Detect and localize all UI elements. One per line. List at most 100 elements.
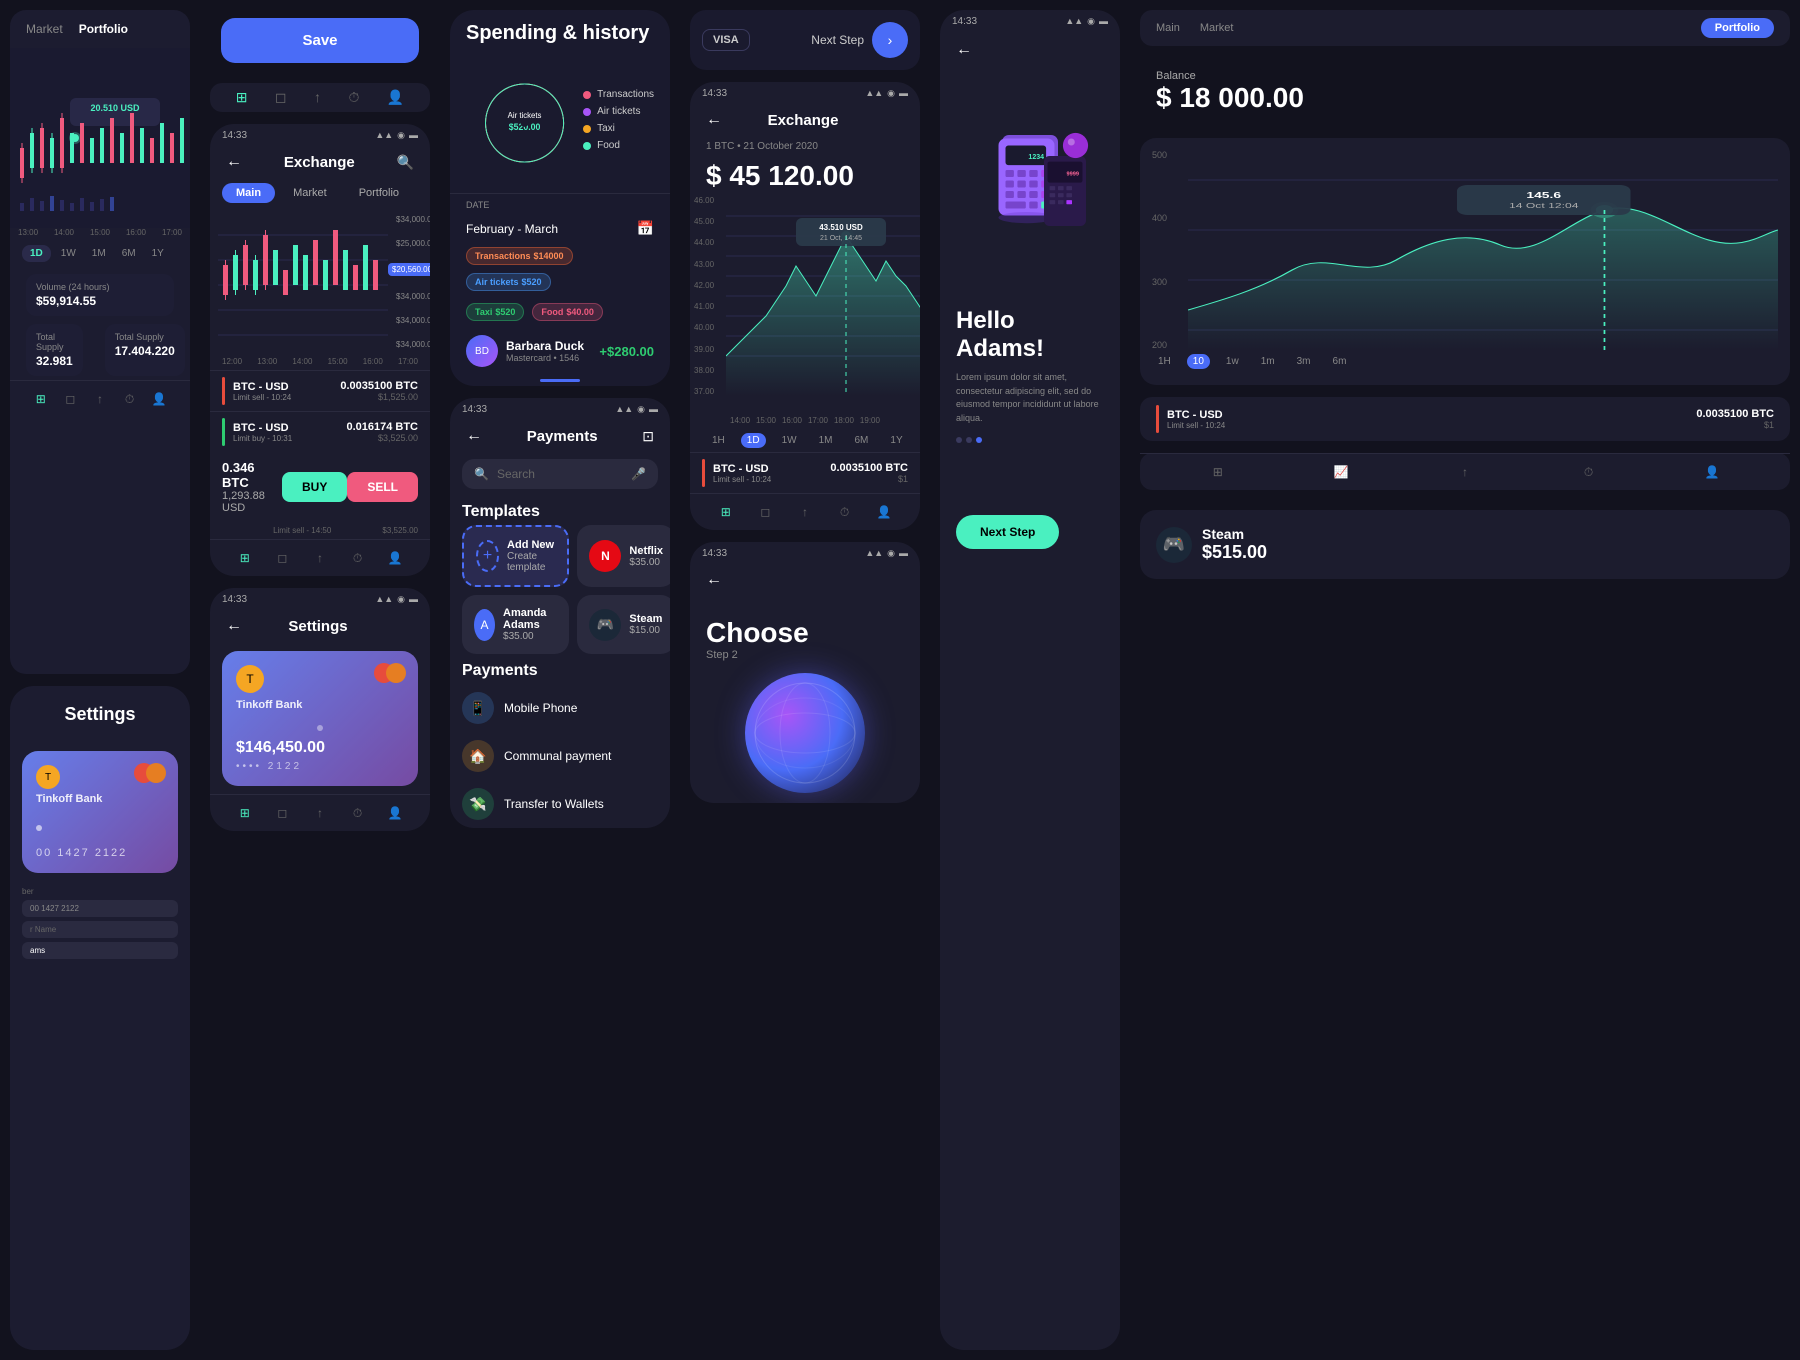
exchange-big-card: 14:33 ▲▲ ◉ ▬ ← Exchange 1 BTC • 21 Octob… bbox=[690, 82, 920, 530]
nav-chart-big[interactable]: ◻ bbox=[755, 502, 775, 522]
nav-profile-exchange[interactable]: 👤 bbox=[385, 548, 405, 568]
nav-transfer-big[interactable]: ↑ bbox=[795, 502, 815, 522]
card-name-field[interactable]: r Name bbox=[22, 921, 178, 938]
search-bar[interactable]: 🔍 Search 🎤 bbox=[462, 459, 658, 489]
back-arrow-big[interactable]: ← bbox=[706, 111, 722, 129]
nav-home-portfolio[interactable]: ⊞ bbox=[1208, 462, 1228, 482]
svg-text:21 Oct, 14:45: 21 Oct, 14:45 bbox=[820, 235, 862, 242]
time-1m[interactable]: 1M bbox=[813, 433, 839, 448]
legend-transactions: Transactions bbox=[583, 89, 654, 100]
nav-profile-portfolio[interactable]: 👤 bbox=[1702, 462, 1722, 482]
nav-icon-chart[interactable]: ◻ bbox=[60, 389, 80, 409]
time-1d[interactable]: 1D bbox=[741, 433, 766, 448]
signal-s: ▲▲ bbox=[375, 594, 393, 605]
nav-profile-settings[interactable]: 👤 bbox=[385, 803, 405, 823]
template-add-new[interactable]: + Add New Create template bbox=[462, 525, 569, 587]
tab-1d[interactable]: 1D bbox=[22, 245, 51, 262]
tab-portfolio-exchange[interactable]: Portfolio bbox=[345, 183, 413, 203]
nav-home-big[interactable]: ⊞ bbox=[716, 502, 736, 522]
template-netflix[interactable]: N Netflix $35.00 bbox=[577, 525, 670, 587]
quick-nav-up[interactable]: ↑ bbox=[314, 89, 321, 106]
calendar-icon[interactable]: 📅 bbox=[637, 220, 654, 237]
time-1h[interactable]: 1H bbox=[706, 433, 731, 448]
nav-chart-exchange[interactable]: ◻ bbox=[272, 548, 292, 568]
sell-button[interactable]: SELL bbox=[347, 472, 418, 502]
save-button[interactable]: Save bbox=[221, 18, 419, 63]
mic-icon[interactable]: 🎤 bbox=[631, 467, 646, 481]
payment-communal[interactable]: 🏠 Communal payment bbox=[450, 732, 670, 780]
time-1w[interactable]: 1W bbox=[776, 433, 803, 448]
tab-market-exchange[interactable]: Market bbox=[279, 183, 341, 203]
back-arrow-exchange[interactable]: ← bbox=[226, 153, 242, 171]
x-axis-big: 14:00 15:00 16:00 17:00 18:00 19:00 bbox=[690, 416, 920, 429]
buy-button[interactable]: BUY bbox=[282, 472, 347, 502]
svg-text:43.510 USD: 43.510 USD bbox=[819, 223, 863, 232]
choose-section: Choose Step 2 bbox=[690, 597, 920, 803]
limit-buy-row: BTC - USD Limit buy - 10:31 0.016174 BTC… bbox=[210, 411, 430, 452]
portfolio-1w[interactable]: 1w bbox=[1220, 354, 1245, 369]
nav-history-exchange[interactable]: ⏱ bbox=[348, 548, 368, 568]
exchange-chart bbox=[218, 215, 388, 349]
next-step-button[interactable]: › bbox=[872, 22, 908, 58]
nav-market-right[interactable]: Market bbox=[1200, 22, 1234, 34]
portfolio-6m[interactable]: 6m bbox=[1327, 354, 1353, 369]
portfolio-sell-price: 0.0035100 BTC $1 bbox=[1696, 408, 1774, 430]
tab-main-exchange[interactable]: Main bbox=[222, 183, 275, 203]
exchange-tabs: Main Market Portfolio bbox=[210, 179, 430, 207]
nav-main-right[interactable]: Main bbox=[1156, 22, 1180, 34]
quick-nav-chart[interactable]: ◻ bbox=[275, 89, 287, 106]
nav-icon-grid[interactable]: ⊞ bbox=[31, 389, 51, 409]
expand-icon-payments[interactable]: ⊡ bbox=[642, 428, 654, 445]
time-6m[interactable]: 6M bbox=[849, 433, 875, 448]
portfolio-3m[interactable]: 3m bbox=[1291, 354, 1317, 369]
nav-icon-history[interactable]: ⏱ bbox=[120, 389, 140, 409]
time-1y[interactable]: 1Y bbox=[884, 433, 908, 448]
quick-nav-user[interactable]: 👤 bbox=[387, 89, 404, 106]
portfolio-10[interactable]: 10 bbox=[1187, 354, 1210, 369]
next-step-area: Next Step › bbox=[811, 22, 908, 58]
tab-6m[interactable]: 6M bbox=[116, 245, 142, 262]
nav-portfolio[interactable]: Portfolio bbox=[79, 22, 128, 36]
back-arrow-settings[interactable]: ← bbox=[226, 617, 242, 635]
nav-home-exchange[interactable]: ⊞ bbox=[235, 548, 255, 568]
card-number-field[interactable]: 00 1427 2122 bbox=[22, 900, 178, 917]
tab-1y[interactable]: 1Y bbox=[146, 245, 170, 262]
nav-chart-settings[interactable]: ◻ bbox=[272, 803, 292, 823]
tab-1m[interactable]: 1M bbox=[86, 245, 112, 262]
payment-transfer[interactable]: 💸 Transfer to Wallets bbox=[450, 780, 670, 828]
save-button-area: Save bbox=[210, 10, 430, 71]
nav-portfolio-right[interactable]: Portfolio bbox=[1701, 18, 1774, 38]
nav-transfer-portfolio[interactable]: ↑ bbox=[1455, 462, 1475, 482]
steam-label: Steam bbox=[629, 613, 662, 625]
limit-sell-row: BTC - USD Limit sell - 10:24 0.0035100 B… bbox=[210, 370, 430, 411]
back-arrow-choose[interactable]: ← bbox=[706, 571, 722, 589]
nav-market[interactable]: Market bbox=[26, 22, 63, 36]
nav-history-portfolio[interactable]: ⏱ bbox=[1579, 462, 1599, 482]
nav-icon-profile[interactable]: 👤 bbox=[149, 389, 169, 409]
tab-1w[interactable]: 1W bbox=[55, 245, 82, 262]
portfolio-1m[interactable]: 1m bbox=[1255, 354, 1281, 369]
template-amanda[interactable]: A Amanda Adams $35.00 bbox=[462, 595, 569, 654]
search-icon-exchange[interactable]: 🔍 bbox=[397, 154, 414, 171]
nav-transfer-settings[interactable]: ↑ bbox=[310, 803, 330, 823]
template-steam[interactable]: 🎮 Steam $15.00 bbox=[577, 595, 670, 654]
nav-history-big[interactable]: ⏱ bbox=[835, 502, 855, 522]
back-arrow-calc[interactable]: ← bbox=[956, 41, 972, 58]
portfolio-sell-bar bbox=[1156, 405, 1159, 433]
nav-history-settings[interactable]: ⏱ bbox=[348, 803, 368, 823]
payment-mobile[interactable]: 📱 Mobile Phone bbox=[450, 684, 670, 732]
nav-home-settings[interactable]: ⊞ bbox=[235, 803, 255, 823]
nav-chart-portfolio[interactable]: 📈 bbox=[1331, 462, 1351, 482]
quick-nav-clock[interactable]: ⏱ bbox=[348, 89, 359, 106]
nav-transfer-exchange[interactable]: ↑ bbox=[310, 548, 330, 568]
quick-nav-home[interactable]: ⊞ bbox=[236, 89, 248, 106]
portfolio-top-nav: Main Market Portfolio bbox=[1140, 10, 1790, 46]
nav-icon-transfer[interactable]: ↑ bbox=[90, 389, 110, 409]
portfolio-1h[interactable]: 1H bbox=[1152, 354, 1177, 369]
next-step-btn[interactable]: Next Step bbox=[956, 515, 1059, 549]
back-arrow-payments[interactable]: ← bbox=[466, 427, 482, 445]
nav-profile-big[interactable]: 👤 bbox=[874, 502, 894, 522]
card-name-value-field[interactable]: ams bbox=[22, 942, 178, 959]
signal-b: ▲▲ bbox=[865, 88, 883, 99]
search-placeholder[interactable]: Search bbox=[497, 467, 623, 481]
